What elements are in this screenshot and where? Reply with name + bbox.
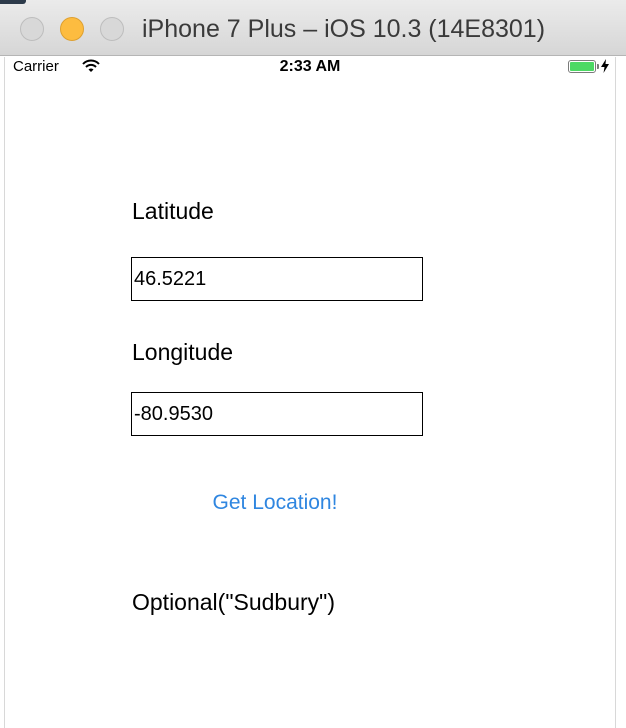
battery-icon xyxy=(568,60,596,73)
status-bar: Carrier 2:33 AM xyxy=(5,57,615,77)
longitude-label: Longitude xyxy=(132,339,234,365)
latitude-label: Latitude xyxy=(132,198,214,224)
longitude-field[interactable] xyxy=(131,392,423,436)
charging-bolt-icon xyxy=(601,59,609,73)
window-titlebar[interactable]: iPhone 7 Plus – iOS 10.3 (14E8301) xyxy=(0,0,626,56)
status-time: 2:33 AM xyxy=(279,58,341,75)
result-label: Optional("Sudbury") xyxy=(132,589,335,615)
battery-tip xyxy=(597,64,599,69)
get-location-button[interactable]: Get Location! xyxy=(195,485,355,521)
simulator-screen: Carrier 2:33 AM Latitude Longitude Get L… xyxy=(4,57,616,728)
close-icon[interactable] xyxy=(20,17,44,41)
background-window-edge xyxy=(0,0,26,4)
zoom-icon[interactable] xyxy=(100,17,124,41)
minimize-icon[interactable] xyxy=(60,17,84,41)
battery-level-fill xyxy=(570,62,594,71)
latitude-field[interactable] xyxy=(131,257,423,301)
window-title: iPhone 7 Plus – iOS 10.3 (14E8301) xyxy=(142,15,546,43)
